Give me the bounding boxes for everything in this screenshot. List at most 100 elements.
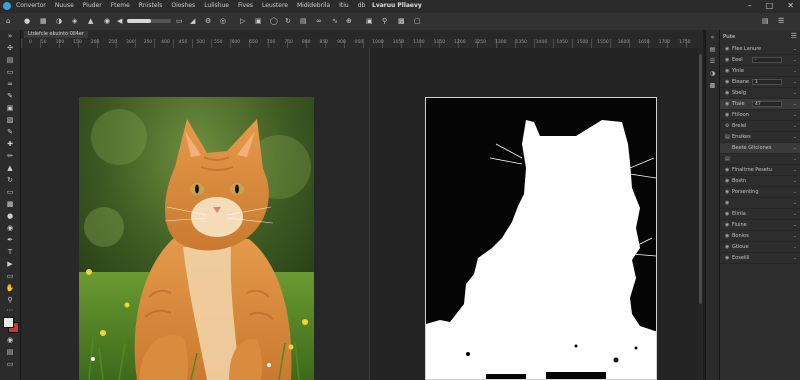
eye-icon[interactable]: ◉: [725, 198, 729, 208]
panel-row[interactable]: ◉ Fiuine ⌄: [720, 220, 800, 231]
eye-icon[interactable]: ◉: [725, 77, 729, 87]
panel-row[interactable]: ▤ ⌄: [720, 154, 800, 165]
grid-icon[interactable]: ▩: [398, 17, 405, 25]
history-icon[interactable]: ▤: [709, 46, 716, 53]
scrollbar-thumb[interactable]: [699, 54, 702, 304]
eye-icon[interactable]: ◉: [725, 187, 729, 197]
chevron-down-icon[interactable]: ⌄: [793, 165, 797, 175]
pen-tool-icon[interactable]: ✒: [4, 236, 16, 245]
screen-mode-icon[interactable]: ▤: [4, 348, 16, 357]
chevron-down-icon[interactable]: ⌄: [793, 143, 797, 153]
panel-row-value[interactable]: -: [752, 57, 782, 63]
minimize-icon[interactable]: –: [748, 1, 752, 10]
pane-divider[interactable]: [369, 48, 370, 380]
panel-row[interactable]: ◉ Flee Lanure ⌄: [720, 44, 800, 55]
chevron-down-icon[interactable]: ⌄: [793, 242, 797, 252]
blur-tool-icon[interactable]: ●: [4, 212, 16, 221]
panel-row-value[interactable]: 1: [752, 79, 782, 85]
mode-icon[interactable]: ▦: [40, 17, 47, 25]
zoom-tool-icon[interactable]: ⚲: [4, 296, 16, 305]
chevron-down-icon[interactable]: ⌄: [793, 198, 797, 208]
menu-item[interactable]: Fteme: [111, 2, 130, 9]
size-slider[interactable]: [127, 19, 171, 23]
collapse-icon[interactable]: »: [4, 32, 16, 41]
lasso-tool-icon[interactable]: ∞: [4, 80, 16, 89]
gear-icon[interactable]: ⚙: [725, 121, 729, 131]
opacity-icon[interactable]: ◑: [56, 17, 62, 25]
healing-brush-icon[interactable]: ✚: [4, 140, 16, 149]
menu-item[interactable]: Piuder: [83, 2, 102, 9]
panel-row[interactable]: ◉ Gtioue ⌄: [720, 242, 800, 253]
circle-icon[interactable]: ◯: [270, 17, 278, 25]
menu-item[interactable]: db: [358, 2, 366, 9]
eye-icon[interactable]: ◉: [725, 176, 729, 186]
layer-icon[interactable]: ▤: [725, 154, 730, 164]
chevron-down-icon[interactable]: ⌄: [793, 88, 797, 98]
chevron-down-icon[interactable]: ⌄: [793, 77, 797, 87]
symmetry-icon[interactable]: ▭: [176, 17, 183, 25]
panel-row[interactable]: ◉ Elirila ⌄: [720, 209, 800, 220]
panel-row[interactable]: ◉ Bostn ⌄: [720, 176, 800, 187]
panel-row[interactable]: ◉ Eoseilli ⌄: [720, 253, 800, 264]
chevron-down-icon[interactable]: ⌄: [793, 132, 797, 142]
panel-row[interactable]: ◉ Ftiloon ⌄: [720, 110, 800, 121]
panel-row[interactable]: ▤ Ensikes ⌄: [720, 132, 800, 143]
panel-row[interactable]: ◉ Yinle ⌄: [720, 66, 800, 77]
chevron-down-icon[interactable]: ⌄: [793, 110, 797, 120]
panel-row[interactable]: ◉ ⌄: [720, 198, 800, 209]
document-tab[interactable]: Ltdefcle ekuinto 0ll4er: [24, 31, 88, 38]
move-icon[interactable]: ▷: [240, 17, 245, 25]
marquee-tool-icon[interactable]: ▭: [4, 68, 16, 77]
panel-row[interactable]: ◉ Bonios ⌄: [720, 231, 800, 242]
chevron-down-icon[interactable]: ⌄: [793, 187, 797, 197]
brush-tool-icon[interactable]: ✏: [4, 152, 16, 161]
foreground-color-swatch[interactable]: [3, 317, 14, 328]
panel-menu-icon[interactable]: ☰: [791, 32, 797, 40]
eye-icon[interactable]: ◉: [725, 253, 729, 263]
eye-icon[interactable]: ◉: [725, 88, 729, 98]
panel-row-value[interactable]: 47: [752, 101, 782, 107]
menu-icon[interactable]: ☰: [778, 17, 784, 25]
chevron-down-icon[interactable]: ⌄: [793, 176, 797, 186]
speaker-icon[interactable]: ◀: [117, 17, 122, 25]
close-icon[interactable]: ✕: [787, 1, 794, 10]
home-icon[interactable]: ⌂: [6, 17, 10, 25]
panel-tab[interactable]: Pute: [723, 34, 735, 40]
settings-icon[interactable]: ⚙: [205, 17, 211, 25]
airbrush-icon[interactable]: ▲: [88, 17, 93, 25]
link-icon[interactable]: ∞: [316, 17, 322, 25]
eye-icon[interactable]: ◉: [725, 44, 729, 54]
properties-icon[interactable]: ☰: [709, 58, 716, 65]
menu-item[interactable]: Itiu: [339, 2, 349, 9]
eyedropper-icon[interactable]: ✎: [4, 128, 16, 137]
layers-icon[interactable]: ▤: [300, 17, 307, 25]
crop-tool-icon[interactable]: ▣: [4, 104, 16, 113]
chevron-down-icon[interactable]: ⌄: [793, 231, 797, 241]
shape-tool-icon[interactable]: ▭: [4, 272, 16, 281]
menu-item[interactable]: Oioshes: [171, 2, 195, 9]
menu-item[interactable]: Mididebrila: [297, 2, 330, 9]
chevron-down-icon[interactable]: ⌄: [793, 154, 797, 164]
zoom-icon[interactable]: ⚲: [382, 17, 387, 25]
chevron-down-icon[interactable]: ⌄: [793, 99, 797, 109]
gradient-tool-icon[interactable]: ▩: [4, 200, 16, 209]
panel-row[interactable]: ◉ Sbelg ⌄: [720, 88, 800, 99]
frame-tool-icon[interactable]: ▧: [4, 116, 16, 125]
panel-row[interactable]: Beete Gltciones ⌄: [720, 143, 800, 154]
adjustments-icon[interactable]: ◑: [709, 70, 716, 77]
transform-icon[interactable]: ⊕: [346, 17, 352, 25]
wave-icon[interactable]: ∿: [332, 17, 338, 25]
chevron-down-icon[interactable]: ⌄: [793, 121, 797, 131]
cat-photo[interactable]: [79, 97, 314, 380]
panel-row[interactable]: ◉ Eeel - ⌄: [720, 55, 800, 66]
menu-item[interactable]: Rnistels: [139, 2, 163, 9]
path-select-icon[interactable]: ▶: [4, 260, 16, 269]
menu-item[interactable]: Nuuse: [55, 2, 74, 9]
panel-row[interactable]: ⚙ Brelel ⌄: [720, 121, 800, 132]
eraser-tool-icon[interactable]: ▭: [4, 188, 16, 197]
stamp-tool-icon[interactable]: ▲: [4, 164, 16, 173]
history-brush-icon[interactable]: ↻: [4, 176, 16, 185]
pressure-icon[interactable]: ◉: [104, 17, 110, 25]
camera-icon[interactable]: ▣: [366, 17, 373, 25]
eye-icon[interactable]: ◉: [725, 165, 729, 175]
